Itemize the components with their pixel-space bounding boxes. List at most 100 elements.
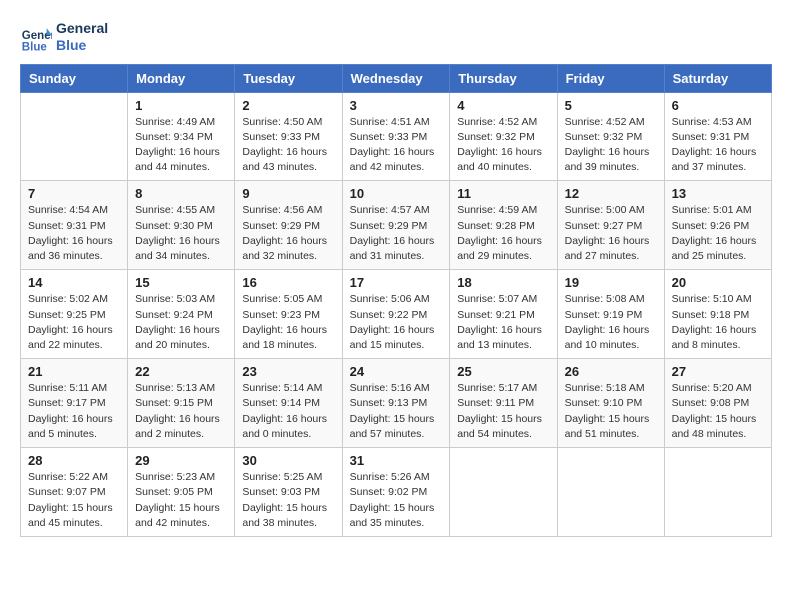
day-info: Sunrise: 4:55 AMSunset: 9:30 PMDaylight:… (135, 204, 220, 262)
day-info: Sunrise: 5:06 AMSunset: 9:22 PMDaylight:… (350, 293, 435, 351)
calendar-cell: 26Sunrise: 5:18 AMSunset: 9:10 PMDayligh… (557, 359, 664, 448)
calendar-cell: 20Sunrise: 5:10 AMSunset: 9:18 PMDayligh… (664, 270, 771, 359)
day-info: Sunrise: 5:11 AMSunset: 9:17 PMDaylight:… (28, 382, 113, 440)
calendar-cell: 28Sunrise: 5:22 AMSunset: 9:07 PMDayligh… (21, 448, 128, 537)
calendar-cell: 19 Sunrise: 5:08 AMSunset: 9:19 PMDayligh… (557, 270, 664, 359)
day-number: 3 (350, 98, 443, 113)
day-info: Sunrise: 4:52 AMSunset: 9:32 PMDaylight:… (457, 116, 542, 174)
calendar-week-row: 14Sunrise: 5:02 AMSunset: 9:25 PMDayligh… (21, 270, 772, 359)
day-info: Sunrise: 4:56 AMSunset: 9:29 PMDaylight:… (242, 204, 327, 262)
day-number: 16 (242, 275, 334, 290)
day-number: 27 (672, 364, 764, 379)
calendar-cell: 31 Sunrise: 5:26 AMSunset: 9:02 PMDayligh… (342, 448, 450, 537)
day-info: Sunrise: 4:57 AMSunset: 9:29 PMDaylight:… (350, 204, 435, 262)
calendar-cell: 7 Sunrise: 4:54 AMSunset: 9:31 PMDaylight… (21, 181, 128, 270)
day-info: Sunrise: 4:54 AMSunset: 9:31 PMDaylight:… (28, 204, 113, 262)
calendar-cell: 17 Sunrise: 5:06 AMSunset: 9:22 PMDayligh… (342, 270, 450, 359)
day-info: Sunrise: 4:49 AMSunset: 9:34 PMDaylight:… (135, 116, 220, 174)
day-info: Sunrise: 4:52 AMSunset: 9:32 PMDaylight:… (565, 116, 650, 174)
page-header: General Blue GeneralBlue (20, 20, 772, 54)
calendar-week-row: 28Sunrise: 5:22 AMSunset: 9:07 PMDayligh… (21, 448, 772, 537)
day-number: 30 (242, 453, 334, 468)
logo-line1: General (56, 20, 108, 37)
day-info: Sunrise: 5:05 AMSunset: 9:23 PMDaylight:… (242, 293, 327, 351)
calendar-body: 1 Sunrise: 4:49 AMSunset: 9:34 PMDaylight… (21, 92, 772, 536)
day-info: Sunrise: 4:51 AMSunset: 9:33 PMDaylight:… (350, 116, 435, 174)
calendar-cell: 5 Sunrise: 4:52 AMSunset: 9:32 PMDaylight… (557, 92, 664, 181)
day-info: Sunrise: 4:50 AMSunset: 9:33 PMDaylight:… (242, 116, 327, 174)
day-number: 24 (350, 364, 443, 379)
calendar-cell: 13Sunrise: 5:01 AMSunset: 9:26 PMDayligh… (664, 181, 771, 270)
logo-text: GeneralBlue (56, 20, 108, 54)
calendar-cell: 25 Sunrise: 5:17 AMSunset: 9:11 PMDayligh… (450, 359, 557, 448)
day-number: 23 (242, 364, 334, 379)
calendar-cell (664, 448, 771, 537)
weekday-header: Friday (557, 64, 664, 92)
calendar-cell (557, 448, 664, 537)
day-number: 29 (135, 453, 227, 468)
day-number: 19 (565, 275, 657, 290)
calendar-cell: 2 Sunrise: 4:50 AMSunset: 9:33 PMDaylight… (235, 92, 342, 181)
day-info: Sunrise: 5:26 AMSunset: 9:02 PMDaylight:… (350, 471, 435, 529)
day-number: 25 (457, 364, 549, 379)
day-number: 15 (135, 275, 227, 290)
day-number: 21 (28, 364, 120, 379)
calendar-cell: 1 Sunrise: 4:49 AMSunset: 9:34 PMDaylight… (128, 92, 235, 181)
calendar-week-row: 1 Sunrise: 4:49 AMSunset: 9:34 PMDaylight… (21, 92, 772, 181)
calendar-table: SundayMondayTuesdayWednesdayThursdayFrid… (20, 64, 772, 537)
day-number: 13 (672, 186, 764, 201)
day-info: Sunrise: 4:59 AMSunset: 9:28 PMDaylight:… (457, 204, 542, 262)
calendar-cell: 6 Sunrise: 4:53 AMSunset: 9:31 PMDaylight… (664, 92, 771, 181)
day-info: Sunrise: 5:16 AMSunset: 9:13 PMDaylight:… (350, 382, 435, 440)
day-number: 10 (350, 186, 443, 201)
day-number: 31 (350, 453, 443, 468)
calendar-cell: 27 Sunrise: 5:20 AMSunset: 9:08 PMDayligh… (664, 359, 771, 448)
logo-icon: General Blue (20, 21, 52, 53)
calendar-cell (21, 92, 128, 181)
day-number: 1 (135, 98, 227, 113)
calendar-cell: 10 Sunrise: 4:57 AMSunset: 9:29 PMDayligh… (342, 181, 450, 270)
calendar-cell: 4Sunrise: 4:52 AMSunset: 9:32 PMDaylight… (450, 92, 557, 181)
calendar-cell: 8 Sunrise: 4:55 AMSunset: 9:30 PMDaylight… (128, 181, 235, 270)
day-number: 8 (135, 186, 227, 201)
day-number: 6 (672, 98, 764, 113)
day-info: Sunrise: 5:23 AMSunset: 9:05 PMDaylight:… (135, 471, 220, 529)
day-number: 26 (565, 364, 657, 379)
day-number: 20 (672, 275, 764, 290)
weekday-header: Thursday (450, 64, 557, 92)
day-number: 9 (242, 186, 334, 201)
calendar-cell: 16 Sunrise: 5:05 AMSunset: 9:23 PMDayligh… (235, 270, 342, 359)
day-number: 17 (350, 275, 443, 290)
day-info: Sunrise: 5:14 AMSunset: 9:14 PMDaylight:… (242, 382, 327, 440)
day-info: Sunrise: 5:08 AMSunset: 9:19 PMDaylight:… (565, 293, 650, 351)
calendar-cell: 29 Sunrise: 5:23 AMSunset: 9:05 PMDayligh… (128, 448, 235, 537)
weekday-header: Sunday (21, 64, 128, 92)
day-number: 7 (28, 186, 120, 201)
calendar-cell: 24 Sunrise: 5:16 AMSunset: 9:13 PMDayligh… (342, 359, 450, 448)
calendar-week-row: 7 Sunrise: 4:54 AMSunset: 9:31 PMDaylight… (21, 181, 772, 270)
logo: General Blue GeneralBlue (20, 20, 108, 54)
day-number: 5 (565, 98, 657, 113)
calendar-cell: 23 Sunrise: 5:14 AMSunset: 9:14 PMDayligh… (235, 359, 342, 448)
day-number: 18 (457, 275, 549, 290)
weekday-header: Monday (128, 64, 235, 92)
calendar-cell: 21 Sunrise: 5:11 AMSunset: 9:17 PMDayligh… (21, 359, 128, 448)
day-number: 22 (135, 364, 227, 379)
weekday-header: Wednesday (342, 64, 450, 92)
day-info: Sunrise: 4:53 AMSunset: 9:31 PMDaylight:… (672, 116, 757, 174)
calendar-cell: 14Sunrise: 5:02 AMSunset: 9:25 PMDayligh… (21, 270, 128, 359)
calendar-week-row: 21 Sunrise: 5:11 AMSunset: 9:17 PMDayligh… (21, 359, 772, 448)
calendar-cell (450, 448, 557, 537)
calendar-cell: 15 Sunrise: 5:03 AMSunset: 9:24 PMDayligh… (128, 270, 235, 359)
day-info: Sunrise: 5:03 AMSunset: 9:24 PMDaylight:… (135, 293, 220, 351)
calendar-cell: 11Sunrise: 4:59 AMSunset: 9:28 PMDayligh… (450, 181, 557, 270)
day-info: Sunrise: 5:17 AMSunset: 9:11 PMDaylight:… (457, 382, 542, 440)
day-info: Sunrise: 5:07 AMSunset: 9:21 PMDaylight:… (457, 293, 542, 351)
day-number: 14 (28, 275, 120, 290)
calendar-cell: 9 Sunrise: 4:56 AMSunset: 9:29 PMDaylight… (235, 181, 342, 270)
calendar-cell: 30Sunrise: 5:25 AMSunset: 9:03 PMDayligh… (235, 448, 342, 537)
calendar-cell: 12Sunrise: 5:00 AMSunset: 9:27 PMDayligh… (557, 181, 664, 270)
day-info: Sunrise: 5:20 AMSunset: 9:08 PMDaylight:… (672, 382, 757, 440)
calendar-cell: 3 Sunrise: 4:51 AMSunset: 9:33 PMDaylight… (342, 92, 450, 181)
day-number: 2 (242, 98, 334, 113)
